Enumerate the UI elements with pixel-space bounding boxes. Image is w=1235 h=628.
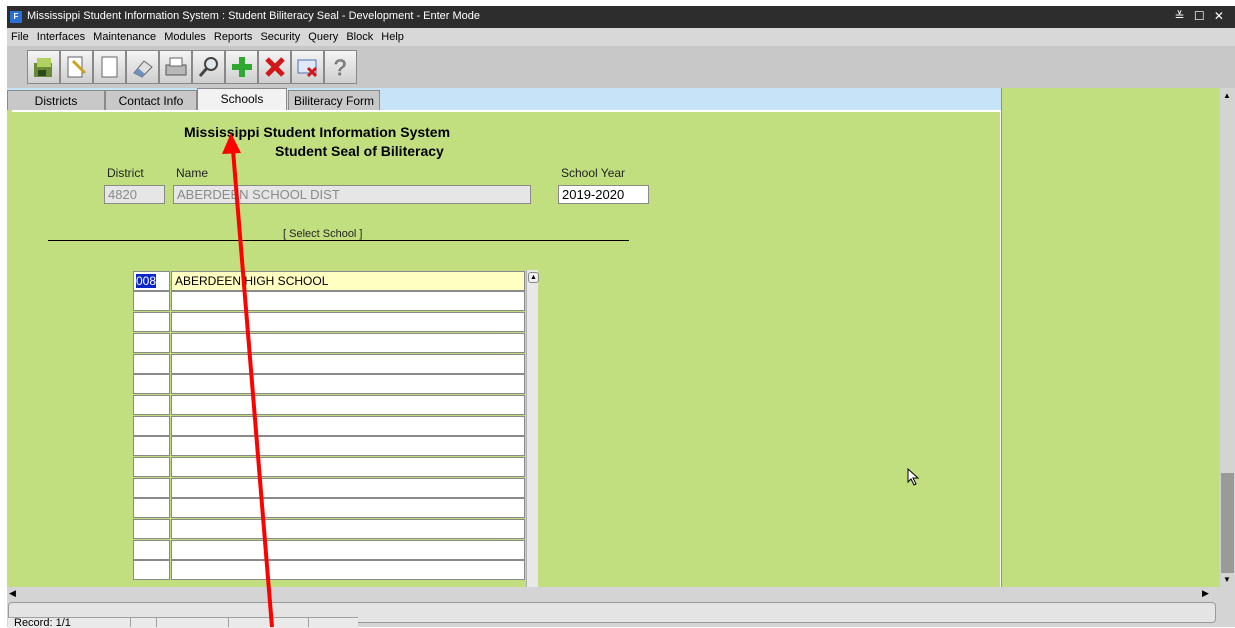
annotation-arrow-head: [222, 133, 241, 154]
annotation-arrow: [222, 133, 274, 627]
annotation-arrow-shaft: [231, 149, 274, 627]
